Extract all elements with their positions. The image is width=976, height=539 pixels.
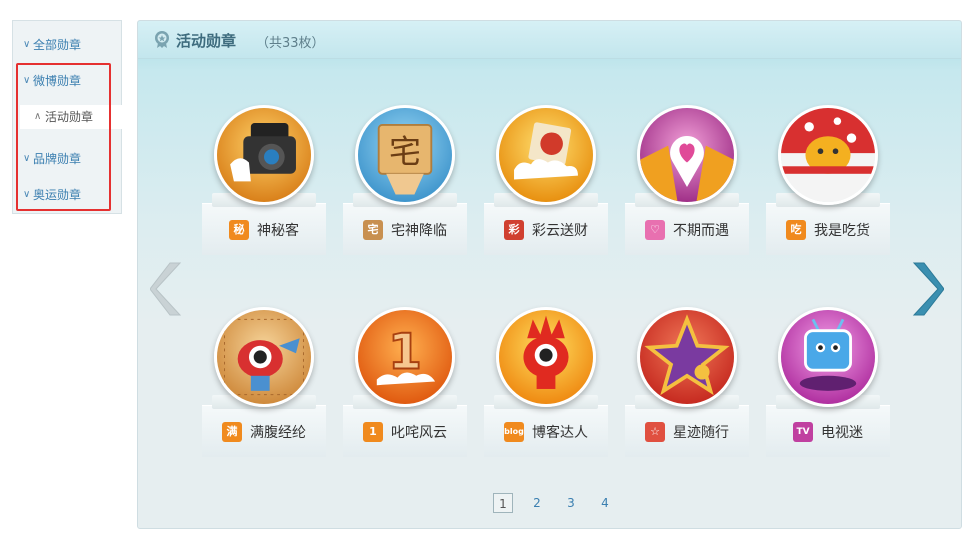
medal-item[interactable]: 秘神秘客 — [202, 105, 326, 255]
sidebar-item-olympic-medals[interactable]: ∨ 奥运勋章 — [13, 183, 121, 207]
sidebar: ∨ 全部勋章 ∨ 微博勋章 ∧ 活动勋章 ∨ 品牌勋章 ∨ 奥运勋章 — [12, 20, 124, 214]
mystery-camera-icon — [214, 105, 314, 205]
medal-item[interactable]: 彩彩云送财 — [484, 105, 608, 255]
chevron-down-icon: ∨ — [23, 75, 31, 86]
medal-mini-icon: 宅 — [363, 219, 383, 240]
medal-label: ☆ 星迹随行 — [625, 421, 749, 445]
blogger-icon — [496, 307, 596, 407]
chevron-down-icon: ∨ — [23, 39, 31, 50]
medal-label: ♡ 不期而遇 — [625, 219, 749, 243]
svg-text:宅: 宅 — [389, 133, 421, 171]
sidebar-item-all-medals[interactable]: ∨ 全部勋章 — [13, 33, 121, 57]
sidebar-item-event-medals[interactable]: ∧ 活动勋章 — [20, 105, 124, 129]
svg-text:1: 1 — [388, 323, 422, 380]
tv-fan-icon — [778, 307, 878, 407]
medal-item[interactable]: 满满腹经纶 — [202, 307, 326, 457]
medal-label: blog 博客达人 — [484, 421, 608, 445]
page-2[interactable]: 2 — [527, 493, 547, 513]
sidebar-item-label: 全部勋章 — [33, 38, 82, 52]
lucky-cloud-icon — [496, 105, 596, 205]
sidebar-item-brand-medals[interactable]: ∨ 品牌勋章 — [13, 147, 121, 171]
medal-item[interactable]: 宅 宅宅神降临 — [343, 105, 467, 255]
medal-label: 秘神秘客 — [202, 219, 326, 243]
medal-label: TV 电视迷 — [766, 421, 890, 445]
medal-item[interactable]: 吃我是吃货 — [766, 105, 890, 255]
medal-mini-icon: 吃 — [786, 219, 806, 240]
medal-item[interactable]: TV 电视迷 — [766, 307, 890, 457]
page-4[interactable]: 4 — [595, 493, 615, 513]
sidebar-item-label: 奥运勋章 — [33, 188, 82, 202]
star-trail-icon — [637, 307, 737, 407]
medal-label: 彩彩云送财 — [484, 219, 608, 243]
medal-mini-icon: TV — [793, 421, 813, 442]
chevron-down-icon: ∨ — [23, 189, 31, 200]
panel-header: 活动勋章 （共33枚） — [138, 21, 961, 59]
number-one-icon: 1 — [355, 307, 455, 407]
medal-label: 1 叱咤风云 — [343, 421, 467, 445]
sidebar-item-label: 微博勋章 — [33, 74, 82, 88]
medal-mini-icon: 满 — [222, 421, 242, 442]
medal-item[interactable]: 1 1 叱咤风云 — [343, 307, 467, 457]
page-3[interactable]: 3 — [561, 493, 581, 513]
chevron-left-icon[interactable] — [150, 261, 184, 317]
page-1[interactable]: 1 — [493, 493, 513, 513]
scholar-icon — [214, 307, 314, 407]
medal-mini-icon: ☆ — [645, 421, 665, 442]
medal-item[interactable]: ☆ 星迹随行 — [625, 307, 749, 457]
medal-label: 吃我是吃货 — [766, 219, 890, 243]
sidebar-item-label: 品牌勋章 — [33, 152, 82, 166]
medal-panel: 活动勋章 （共33枚） 秘神秘客 宅 宅 宅神降临 彩 彩云送财 ♡ 不期而遇 … — [137, 20, 962, 529]
chevron-down-icon: ∨ — [23, 153, 31, 164]
medal-label: 宅宅神降临 — [343, 219, 467, 243]
foodie-icon — [778, 105, 878, 205]
page-title: 活动勋章 — [176, 32, 237, 50]
medal-item[interactable]: blog 博客达人 — [484, 307, 608, 457]
heart-pin-icon — [637, 105, 737, 205]
medal-mini-icon: 1 — [363, 421, 383, 442]
medal-mini-icon: ♡ — [645, 219, 665, 240]
chevron-right-icon[interactable] — [910, 261, 944, 317]
medal-mini-icon: blog — [504, 421, 524, 442]
medal-icon — [155, 31, 169, 48]
medal-mini-icon: 彩 — [504, 219, 524, 240]
otaku-icon: 宅 — [355, 105, 455, 205]
medal-label: 满满腹经纶 — [202, 421, 326, 445]
sidebar-item-label: 活动勋章 — [45, 110, 94, 124]
sidebar-item-weibo-medals[interactable]: ∨ 微博勋章 — [13, 69, 121, 93]
medal-mini-icon: 秘 — [229, 219, 249, 240]
chevron-up-icon: ∧ — [34, 111, 42, 122]
medal-item[interactable]: ♡ 不期而遇 — [625, 105, 749, 255]
medal-count: （共33枚） — [256, 36, 325, 51]
